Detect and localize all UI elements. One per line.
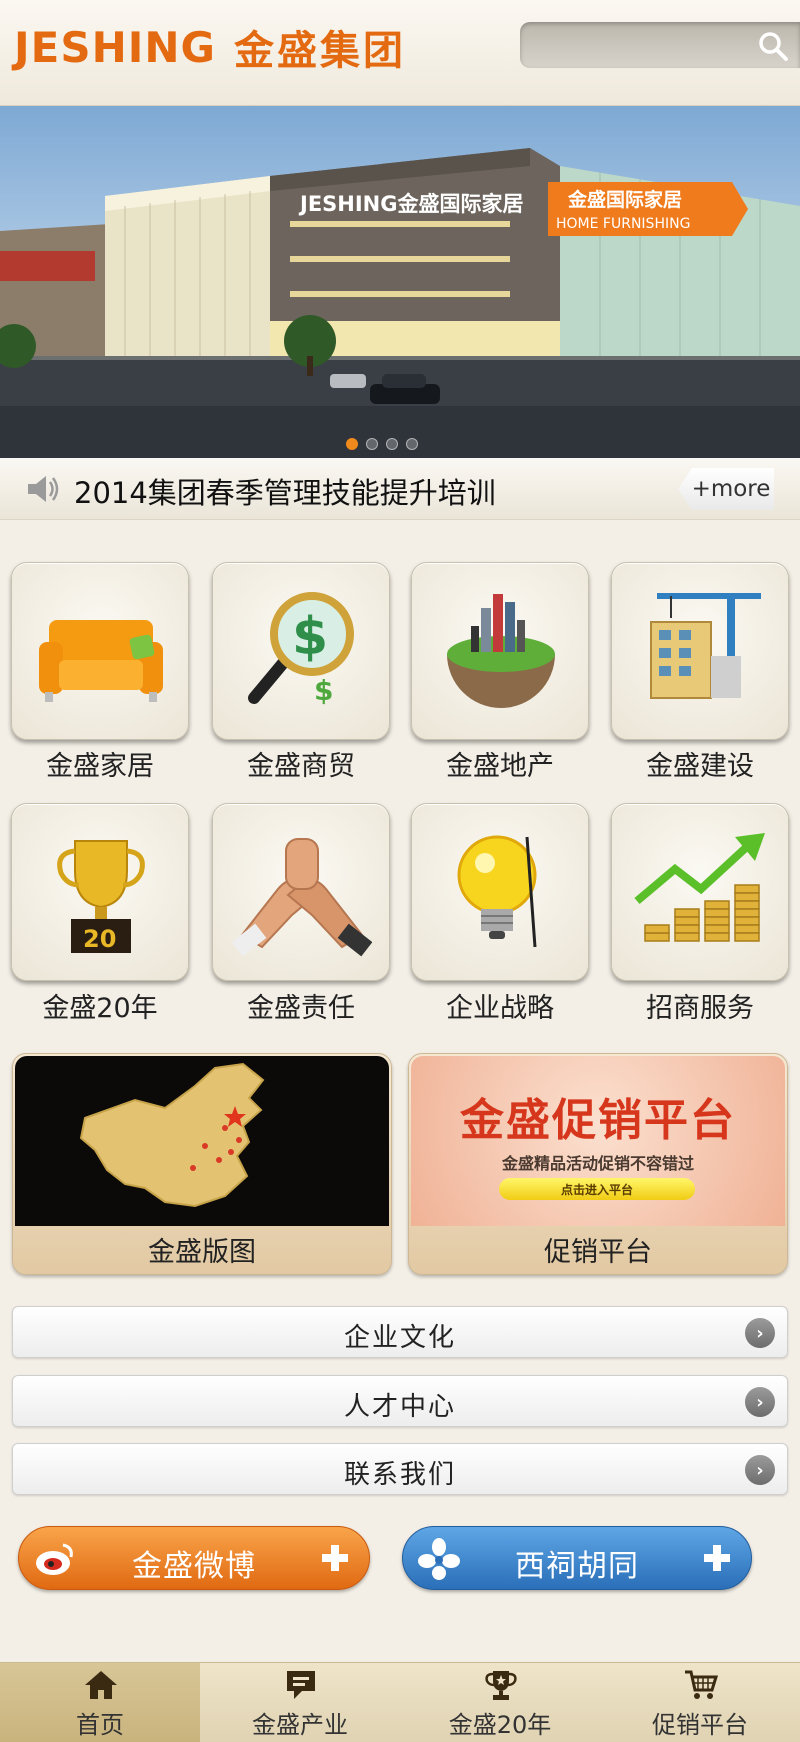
banner-badge-en: HOME FURNISHING: [556, 216, 690, 232]
nav-20-years[interactable]: 金盛20年: [400, 1663, 600, 1742]
news-headline[interactable]: 2014集团春季管理技能提升培训: [74, 470, 496, 512]
promo-subtitle: 金盛精品活动促销不容错过: [501, 1154, 694, 1173]
tile-20-years[interactable]: 20: [11, 803, 189, 981]
map-card-label: 金盛版图: [148, 1237, 256, 1268]
svg-text:$: $: [314, 674, 333, 707]
banner-dot[interactable]: [406, 438, 418, 450]
tile-label: 金盛地产: [446, 751, 554, 782]
logo-english: JESHING: [14, 22, 216, 72]
plus-icon: [704, 1545, 730, 1571]
promo-enter-button[interactable]: 点击进入平台: [499, 1178, 695, 1200]
svg-text:$: $: [292, 607, 328, 667]
hutong-button[interactable]: 西祠胡同: [402, 1526, 752, 1590]
header: JESHING 金盛集团: [0, 0, 800, 106]
coins-growth-icon: [634, 833, 765, 942]
search-input[interactable]: [532, 30, 742, 60]
list-item-label: 联系我们: [343, 1460, 456, 1490]
china-map-image: [15, 1056, 389, 1226]
promo-image: 金盛促销平台 金盛精品活动促销不容错过 点击进入平台: [411, 1056, 785, 1226]
tile-construction[interactable]: [611, 562, 789, 740]
svg-text:20: 20: [83, 925, 116, 953]
magnifier-dollar-icon: $ $: [248, 592, 354, 707]
tile-real-estate[interactable]: [411, 562, 589, 740]
tile-label: 金盛20年: [42, 993, 158, 1024]
nav-label: 金盛产业: [252, 1711, 348, 1739]
building-sign: JESHING金盛国际家居: [298, 192, 523, 216]
news-ticker: 2014集团春季管理技能提升培训 +more: [0, 458, 800, 520]
nav-promo[interactable]: 促销平台: [600, 1663, 800, 1742]
weibo-label: 金盛微博: [132, 1549, 256, 1584]
nav-label: 首页: [76, 1711, 124, 1739]
list-item-talent[interactable]: 人才中心 ›: [12, 1375, 788, 1427]
chevron-right-icon: ›: [745, 1318, 775, 1348]
banner-image: JESHING金盛国际家居 金盛国际家居 HOME FURNISHING: [0, 148, 800, 458]
tile-investment[interactable]: [611, 803, 789, 981]
weibo-button[interactable]: 金盛微博: [18, 1526, 370, 1590]
tile-strategy[interactable]: [411, 803, 589, 981]
tile-label: 金盛责任: [247, 993, 355, 1024]
bottom-navigation: 首页 金盛产业 金盛20年 促销平台: [0, 1662, 800, 1742]
chevron-right-icon: ›: [745, 1387, 775, 1417]
hutong-label: 西祠胡同: [515, 1549, 639, 1584]
list-item-culture[interactable]: 企业文化 ›: [12, 1306, 788, 1358]
city-globe-icon: [447, 594, 555, 708]
promo-card[interactable]: 金盛促销平台 金盛精品活动促销不容错过 点击进入平台 促销平台: [408, 1053, 788, 1275]
banner-badge-cn: 金盛国际家居: [567, 188, 682, 211]
tile-home-furnishing[interactable]: [11, 562, 189, 740]
tile-label: 金盛建设: [646, 751, 754, 782]
search-icon[interactable]: [756, 29, 790, 63]
banner-slideshow[interactable]: JESHING金盛国际家居 金盛国际家居 HOME FURNISHING: [0, 106, 800, 458]
sofa-icon: [39, 620, 163, 702]
crane-building-icon: [650, 593, 761, 699]
trophy-icon: [485, 1671, 517, 1700]
speaker-icon: [28, 476, 59, 502]
nav-home[interactable]: 首页: [0, 1663, 200, 1742]
lightbulb-icon: [457, 835, 537, 948]
china-map-icon: [79, 1062, 265, 1208]
promo-title: 金盛促销平台: [460, 1095, 736, 1146]
chevron-right-icon: ›: [745, 1455, 775, 1485]
more-button[interactable]: +more: [678, 468, 774, 510]
map-card[interactable]: 金盛版图: [12, 1053, 392, 1275]
tile-responsibility[interactable]: [212, 803, 390, 981]
list-item-label: 企业文化: [343, 1323, 456, 1353]
home-icon: [85, 1671, 117, 1699]
handshake-icon: [232, 838, 372, 957]
tile-label: 招商服务: [646, 993, 754, 1024]
search-box: [520, 22, 800, 68]
message-icon: [287, 1671, 315, 1699]
promo-card-label: 促销平台: [544, 1237, 652, 1268]
tile-label: 金盛商贸: [247, 751, 355, 782]
nav-label: 促销平台: [652, 1711, 748, 1739]
banner-dot[interactable]: [386, 438, 398, 450]
banner-pagination: [346, 438, 418, 450]
nav-label: 金盛20年: [448, 1711, 552, 1739]
list-item-label: 人才中心: [343, 1392, 456, 1422]
tile-label: 金盛家居: [46, 751, 154, 782]
list-item-contact[interactable]: 联系我们 ›: [12, 1443, 788, 1495]
tile-label: 企业战略: [446, 993, 554, 1024]
banner-dot[interactable]: [346, 438, 358, 450]
cart-icon: [685, 1670, 718, 1699]
logo-chinese: 金盛集团: [233, 28, 406, 74]
trophy-icon: 20: [57, 840, 145, 953]
plus-icon: [322, 1545, 348, 1571]
tile-trade[interactable]: $ $: [212, 562, 390, 740]
logo[interactable]: JESHING 金盛集团: [14, 22, 406, 75]
banner-dot[interactable]: [366, 438, 378, 450]
nav-industry[interactable]: 金盛产业: [200, 1663, 400, 1742]
